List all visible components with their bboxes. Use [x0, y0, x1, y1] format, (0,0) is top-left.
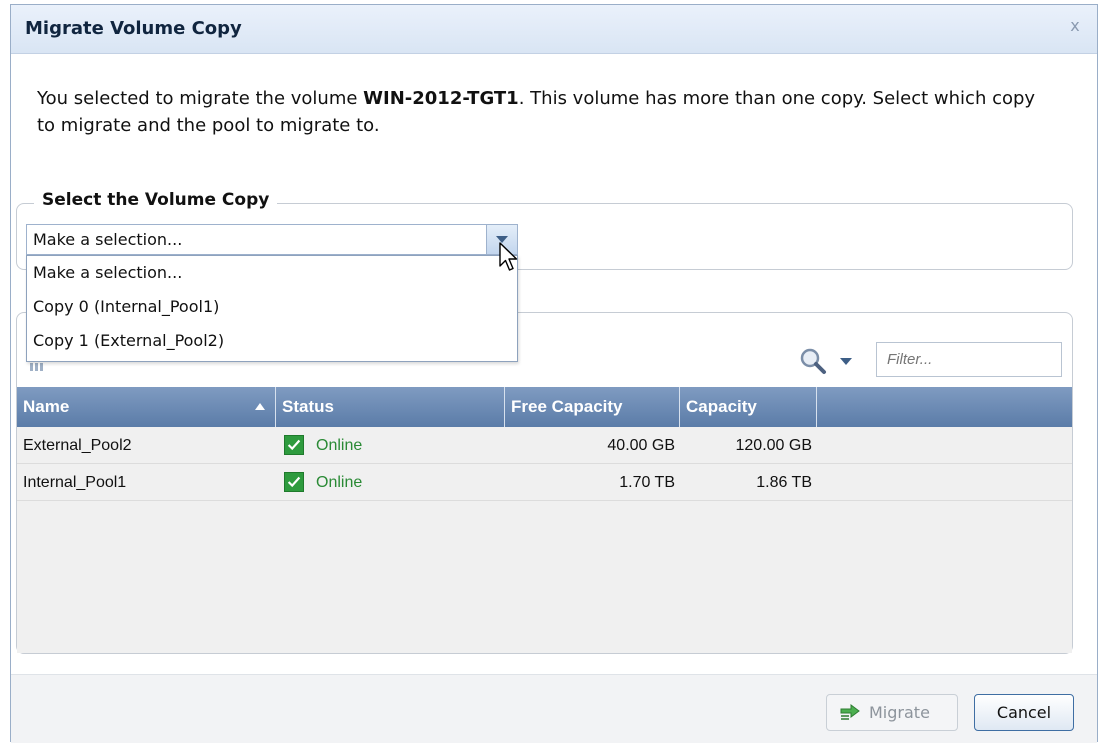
pool-status: Online — [284, 427, 504, 464]
close-icon[interactable]: x — [1065, 15, 1085, 37]
pool-capacity: 1.86 TB — [756, 474, 812, 491]
column-header-free-capacity[interactable]: Free Capacity — [505, 387, 680, 427]
migrate-button[interactable]: Migrate — [826, 694, 958, 731]
pool-status: Online — [284, 464, 504, 501]
migrate-arrow-icon — [840, 704, 860, 720]
volume-copy-legend: Select the Volume Copy — [34, 190, 278, 210]
dialog-titlebar: Migrate Volume Copy x — [11, 5, 1097, 54]
pool-name: Internal_Pool1 — [23, 474, 127, 491]
dialog-footer: Migrate Cancel — [11, 674, 1097, 743]
cancel-button[interactable]: Cancel — [974, 694, 1074, 731]
volume-copy-select-value: Make a selection... — [33, 230, 183, 249]
table-row[interactable]: Internal_Pool1 Online 1.70 TB 1.86 TB — [17, 464, 1072, 501]
search-icon[interactable] — [798, 346, 828, 376]
volume-copy-select[interactable]: Make a selection... — [26, 224, 518, 255]
pool-free-capacity: 1.70 TB — [619, 474, 675, 491]
dialog-title: Migrate Volume Copy — [25, 18, 242, 39]
pool-capacity: 120.00 GB — [735, 437, 813, 454]
filter-input[interactable] — [876, 342, 1062, 377]
column-header-name-label: Name — [23, 397, 70, 416]
sort-ascending-icon — [255, 403, 265, 410]
column-header-capacity-label: Capacity — [686, 397, 757, 416]
pool-free-capacity: 40.00 GB — [607, 437, 675, 454]
dropdown-option[interactable]: Make a selection... — [27, 256, 517, 290]
column-header-free-capacity-label: Free Capacity — [511, 397, 623, 416]
volume-name: WIN-2012-TGT1 — [363, 88, 519, 109]
pool-name: External_Pool2 — [23, 437, 132, 454]
column-header-status-label: Status — [282, 397, 334, 416]
pool-table-body: External_Pool2 Online 40.00 GB 120.00 GB… — [17, 427, 1072, 653]
mouse-cursor-icon — [499, 242, 518, 271]
status-text: Online — [316, 474, 363, 491]
checkmark-icon — [284, 435, 304, 455]
dropdown-option[interactable]: Copy 1 (External_Pool2) — [27, 324, 517, 358]
intro-text: You selected to migrate the volume WIN-2… — [37, 85, 1037, 139]
pool-table-header: Name Status Free Capacity Capacity — [17, 387, 1072, 427]
status-text: Online — [316, 437, 363, 454]
search-options-chevron-icon[interactable] — [840, 358, 852, 365]
table-row[interactable]: External_Pool2 Online 40.00 GB 120.00 GB — [17, 427, 1072, 464]
volume-copy-dropdown-list: Make a selection... Copy 0 (Internal_Poo… — [26, 255, 518, 362]
column-selector-icon[interactable] — [30, 363, 44, 371]
checkmark-icon — [284, 472, 304, 492]
column-header-capacity[interactable]: Capacity — [680, 387, 817, 427]
intro-prefix: You selected to migrate the volume — [37, 88, 364, 109]
column-header-status[interactable]: Status — [276, 387, 505, 427]
column-header-name[interactable]: Name — [17, 387, 276, 427]
migrate-button-label: Migrate — [869, 703, 930, 722]
dropdown-option[interactable]: Copy 0 (Internal_Pool1) — [27, 290, 517, 324]
